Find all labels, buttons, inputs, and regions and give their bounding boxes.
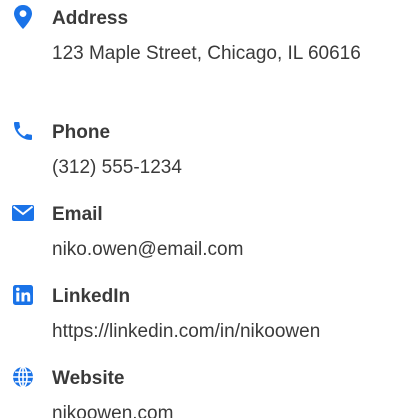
address-value: 123 Maple Street, Chicago, IL 60616 xyxy=(52,43,361,64)
contact-label: Email xyxy=(52,204,103,225)
linkedin-value[interactable]: https://linkedin.com/in/nikoowen xyxy=(52,316,392,347)
email-value: niko.owen@email.com xyxy=(52,239,244,260)
envelope-icon xyxy=(10,200,36,226)
contact-label: Phone xyxy=(52,122,111,143)
linkedin-icon xyxy=(10,282,36,308)
map-pin-icon xyxy=(10,4,36,30)
contact-label: Address xyxy=(52,8,129,29)
contact-label: Website xyxy=(52,368,125,389)
website-value[interactable]: nikoowen.com xyxy=(52,398,392,418)
phone-value: (312) 555-1234 xyxy=(52,157,182,178)
globe-icon xyxy=(10,364,36,390)
contact-info-list: Address 123 Maple Street, Chicago, IL 60… xyxy=(0,0,411,418)
contact-label: LinkedIn xyxy=(52,286,131,307)
phone-icon xyxy=(10,118,36,144)
